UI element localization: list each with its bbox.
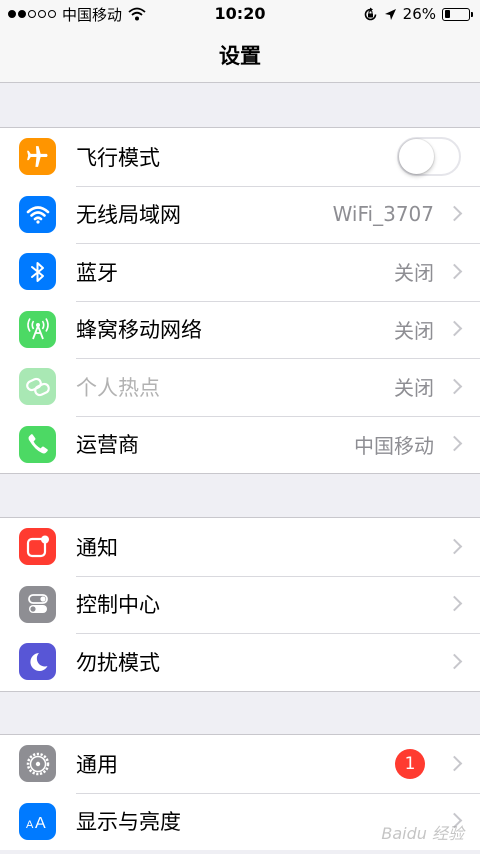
settings-row-general[interactable]: 通用 1 [0, 735, 480, 793]
gear-icon [19, 745, 56, 783]
settings-row-bluetooth[interactable]: 蓝牙 关闭 [0, 243, 480, 301]
chevron-right-icon [446, 755, 463, 772]
battery-level-fill [444, 10, 451, 18]
settings-row-notifications[interactable]: 通知 [0, 518, 480, 576]
settings-row-cellular[interactable]: 蜂窝移动网络 关闭 [0, 300, 480, 359]
settings-row-control-center[interactable]: 控制中心 [0, 575, 480, 634]
battery-percent: 26% [402, 5, 436, 23]
status-bar: 中国移动 10:20 26% [0, 0, 480, 28]
row-label: 通知 [76, 535, 118, 560]
settings-row-personal-hotspot[interactable]: 个人热点 关闭 [0, 358, 480, 416]
settings-row-carrier[interactable]: 运营商 中国移动 [0, 415, 480, 474]
chevron-right-icon [446, 653, 463, 670]
moon-icon [19, 643, 56, 681]
phone-icon [19, 425, 56, 463]
display-brightness-icon: A A [19, 802, 56, 840]
row-label: 无线局域网 [76, 203, 181, 228]
chevron-right-icon [446, 205, 463, 222]
control-center-icon [19, 585, 56, 623]
bluetooth-icon [19, 253, 56, 291]
carrier-value: 中国移动 [354, 433, 434, 458]
navigation-bar: 设置 [0, 28, 480, 83]
settings-group-connectivity: 飞行模式 无线局域网 WiFi_3707 蓝牙 关闭 蜂窝移动网络 关闭 个人热… [0, 127, 480, 474]
cellular-status-value: 关闭 [394, 318, 434, 343]
row-label: 个人热点 [76, 375, 160, 400]
row-label: 蜂窝移动网络 [76, 318, 202, 343]
chevron-right-icon [446, 538, 463, 555]
row-label: 运营商 [76, 433, 139, 458]
location-arrow-icon [384, 8, 396, 20]
chevron-right-icon [446, 378, 463, 395]
battery-icon [442, 7, 473, 21]
svg-text:A: A [26, 819, 34, 831]
settings-row-wifi[interactable]: 无线局域网 WiFi_3707 [0, 185, 480, 244]
row-label: 通用 [76, 752, 118, 777]
wifi-icon [19, 195, 56, 233]
wifi-network-value: WiFi_3707 [332, 202, 434, 227]
chevron-right-icon [446, 435, 463, 452]
hotspot-link-icon [19, 368, 56, 406]
cellular-antenna-icon [19, 310, 56, 348]
orientation-lock-icon [364, 7, 376, 20]
airplane-icon [19, 138, 56, 176]
settings-row-do-not-disturb[interactable]: 勿扰模式 [0, 633, 480, 691]
row-label: 勿扰模式 [76, 650, 160, 675]
notifications-icon [19, 528, 56, 566]
row-label: 蓝牙 [76, 260, 118, 285]
watermark-logo: Baidu 经验 [381, 824, 464, 843]
chevron-right-icon [446, 320, 463, 337]
airplane-mode-toggle[interactable] [397, 137, 461, 177]
chevron-right-icon [446, 595, 463, 612]
settings-group-notifications: 通知 控制中心 勿扰模式 [0, 517, 480, 692]
row-label: 控制中心 [76, 593, 160, 618]
hotspot-status-value: 关闭 [394, 376, 434, 401]
chevron-right-icon [446, 263, 463, 280]
row-label: 飞行模式 [76, 145, 160, 170]
page-title: 设置 [219, 44, 261, 68]
settings-row-airplane-mode[interactable]: 飞行模式 [0, 128, 480, 186]
svg-text:A: A [35, 815, 46, 831]
row-label: 显示与亮度 [76, 810, 181, 835]
toggle-knob [399, 139, 434, 175]
bluetooth-status-value: 关闭 [394, 261, 434, 286]
update-badge: 1 [395, 748, 425, 779]
